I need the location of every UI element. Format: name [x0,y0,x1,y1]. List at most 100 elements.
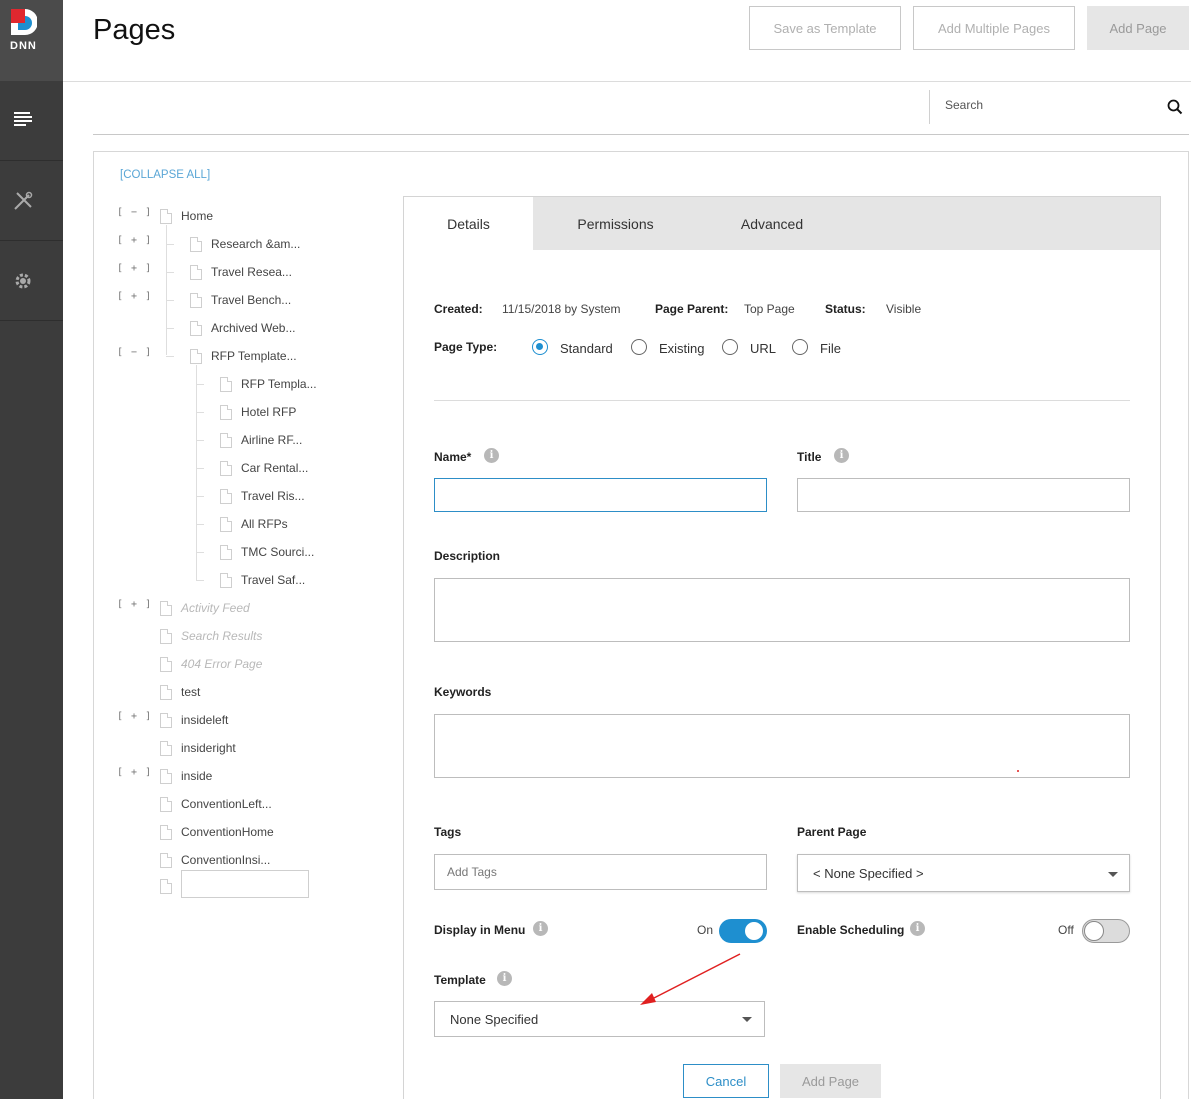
page-type-standard-radio[interactable] [532,339,548,355]
template-select[interactable]: None Specified [434,1001,765,1037]
tree-item[interactable]: Airline RF... [220,430,302,450]
search-icon[interactable] [1167,99,1183,115]
info-icon[interactable]: i [834,448,849,463]
name-input[interactable] [435,479,766,511]
tree-item-label: Home [181,209,214,223]
cancel-button[interactable]: Cancel [683,1064,769,1098]
enable-scheduling-state: Off [1058,923,1074,937]
keywords-input[interactable] [435,715,1129,777]
tree-expand-toggle[interactable]: [ + ] [117,599,152,610]
tree-item[interactable]: Travel Ris... [220,486,305,506]
tree-item[interactable]: ConventionHome [160,822,274,842]
rail-item-pages[interactable] [0,81,63,161]
tree-item[interactable]: Car Rental... [220,458,308,478]
parent-page-select[interactable]: < None Specified > [797,854,1130,892]
tree-expand-toggle[interactable]: [ + ] [117,263,152,274]
tree-item[interactable]: ConventionLeft... [160,794,272,814]
created-value: 11/15/2018 by System [502,302,621,316]
tree-connector [196,440,204,441]
tree-item-label: Search Results [181,629,263,643]
tree-item-label: Archived Web... [211,321,296,335]
info-icon[interactable]: i [533,921,548,936]
rail-item-settings[interactable] [0,241,63,321]
page-icon [160,600,172,616]
tree-item-label: Airline RF... [241,433,303,447]
tree-expand-toggle[interactable]: [ + ] [117,767,152,778]
tree-connector [196,524,204,525]
tree-item[interactable]: All RFPs [220,514,288,534]
tree-item-label: ConventionLeft... [181,797,272,811]
parent-page-label: Parent Page [797,825,867,839]
tree-item[interactable]: RFP Templa... [220,374,317,394]
tree-connector [196,365,197,580]
tree-item-label: test [181,685,201,699]
tab-advanced[interactable]: Advanced [718,197,826,250]
search-input[interactable] [945,98,1145,112]
save-as-template-button[interactable]: Save as Template [749,6,901,50]
tree-item[interactable]: inside [160,766,212,786]
enable-scheduling-toggle[interactable] [1082,919,1130,943]
page-icon [160,740,172,756]
display-in-menu-state: On [697,923,714,937]
add-page-header-button[interactable]: Add Page [1087,6,1189,50]
tree-connector [166,356,174,357]
tags-input[interactable] [435,855,766,889]
tree-item[interactable]: Travel Saf... [220,570,305,590]
new-page-name-input[interactable] [181,870,309,898]
page-type-label: Page Type: [434,340,498,354]
description-input[interactable] [435,579,1129,641]
page-type-existing-label: Existing [659,341,705,356]
tree-item[interactable]: TMC Sourci... [220,542,314,562]
tree-item-label: Hotel RFP [241,405,297,419]
tree-item[interactable]: Travel Bench... [190,290,291,310]
chevron-down-icon [742,1017,752,1022]
page-type-url-radio[interactable] [722,339,738,355]
tree-item[interactable]: Search Results [160,626,262,646]
add-page-button[interactable]: Add Page [780,1064,881,1098]
rail-item-tools[interactable] [0,161,63,241]
page-type-url-label: URL [750,341,777,356]
info-icon[interactable]: i [497,971,512,986]
tree-item-label: All RFPs [241,517,288,531]
tree-item[interactable]: Archived Web... [190,318,295,338]
page-icon [160,768,172,784]
page-icon [160,656,172,672]
tree-collapse-toggle[interactable]: [ − ] [117,347,152,358]
page-type-file-radio[interactable] [792,339,808,355]
parent-page-value: < None Specified > [813,865,924,881]
display-in-menu-toggle[interactable] [719,919,767,943]
collapse-all-link[interactable]: [COLLAPSE ALL] [120,169,210,181]
page-icon [220,572,232,588]
info-icon[interactable]: i [910,921,925,936]
tree-item[interactable]: insideright [160,738,236,758]
tree-collapse-toggle[interactable]: [ − ] [117,207,152,218]
dnn-logo[interactable]: DNN [0,0,63,81]
tree-item-label: Travel Resea... [211,265,292,279]
title-input[interactable] [798,479,1129,511]
tree-expand-toggle[interactable]: [ + ] [117,235,152,246]
info-icon[interactable]: i [484,448,499,463]
tree-item[interactable]: test [160,682,200,702]
tree-connector [196,552,204,553]
tree-item-label: RFP Templa... [241,377,317,391]
tree-item[interactable]: Travel Resea... [190,262,292,282]
tab-permissions[interactable]: Permissions [553,197,678,250]
tree-item[interactable]: Activity Feed [160,598,250,618]
tree-item[interactable]: Research &am... [190,234,300,254]
tree-expand-toggle[interactable]: [ + ] [117,711,152,722]
tools-icon [14,191,33,210]
tree-item-home[interactable]: Home [160,206,213,226]
template-label: Template [434,973,486,987]
keywords-field [434,714,1130,778]
tree-item[interactable]: RFP Template... [190,346,297,366]
tree-item[interactable]: Hotel RFP [220,402,296,422]
page-type-existing-radio[interactable] [631,339,647,355]
status-label: Status: [825,302,866,316]
tree-item[interactable]: ConventionInsi... [160,850,270,870]
add-multiple-pages-button[interactable]: Add Multiple Pages [913,6,1075,50]
tree-connector [196,412,204,413]
tab-details[interactable]: Details [404,197,533,250]
tree-item[interactable]: insideleft [160,710,228,730]
tree-item[interactable]: 404 Error Page [160,654,262,674]
tree-expand-toggle[interactable]: [ + ] [117,291,152,302]
